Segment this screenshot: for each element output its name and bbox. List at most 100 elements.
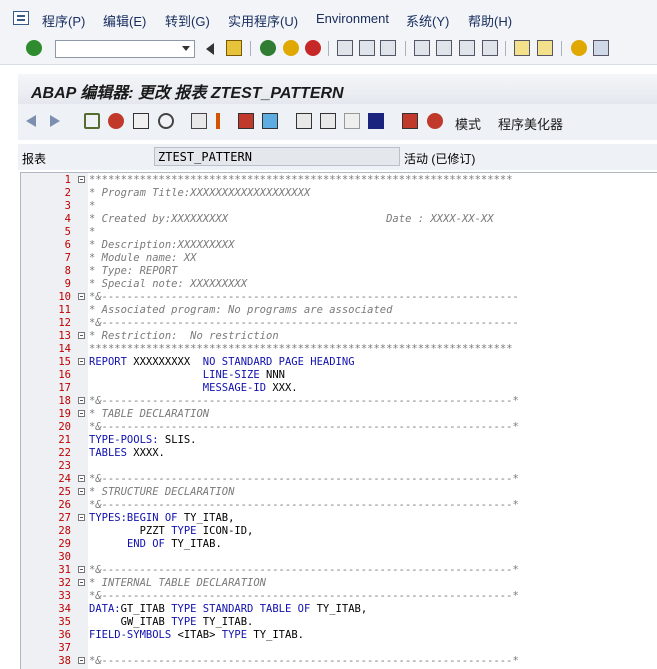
activate-icon[interactable] [108,113,124,129]
first-page-icon[interactable] [414,40,430,56]
fold-toggle-icon[interactable] [78,488,85,495]
info-icon[interactable] [368,113,384,129]
object-list-icon[interactable] [191,113,207,129]
code-line[interactable]: 8 * Type: REPORT [21,265,657,278]
fold-toggle-icon[interactable] [78,332,85,339]
code-line[interactable]: 9 * Special note: XXXXXXXXX [21,278,657,291]
code-line[interactable]: 7 * Module name: XX [21,252,657,265]
find-next-icon[interactable] [380,40,396,56]
menu-system[interactable]: 系统(Y) [406,11,449,30]
code-line[interactable]: 10 *&------------------------------------… [21,291,657,304]
fold-toggle-icon[interactable] [78,176,85,183]
code-line[interactable]: 17 MESSAGE-ID XXX. [21,382,657,395]
exit-icon[interactable] [283,40,299,56]
save-icon[interactable] [226,40,242,56]
shortcut-icon[interactable] [537,40,553,56]
hierarchy-icon[interactable] [296,113,312,129]
fold-toggle-icon[interactable] [78,293,85,300]
fold-toggle-icon[interactable] [78,579,85,586]
code-line[interactable]: 22 TABLES XXXX. [21,447,657,460]
check-icon[interactable] [133,113,149,129]
code-line[interactable]: 20 *&------------------------------------… [21,421,657,434]
code-line[interactable]: 5 * [21,226,657,239]
code-line[interactable]: 15 REPORT XXXXXXXXX NO STANDARD PAGE HEAD… [21,356,657,369]
insert-icon[interactable] [238,113,254,129]
display-change-icon[interactable] [84,113,100,129]
command-field[interactable] [55,40,195,58]
help-icon[interactable] [571,40,587,56]
code-line[interactable]: 6 * Description:XXXXXXXXX [21,239,657,252]
pattern-button[interactable]: 模式 [455,114,481,133]
code-line[interactable]: 23 [21,460,657,473]
code-line[interactable]: 36 FIELD-SYMBOLS <ITAB> TYPE TY_ITAB. [21,629,657,642]
code-line[interactable]: 21 TYPE-POOLS: SLIS. [21,434,657,447]
code-line[interactable]: 12 *&------------------------------------… [21,317,657,330]
code-line[interactable]: 31 *&------------------------------------… [21,564,657,577]
move-icon[interactable] [262,113,278,129]
back-arrow-icon[interactable] [26,115,36,127]
menu-utilities[interactable]: 实用程序(U) [228,11,298,30]
print-icon[interactable] [337,40,353,56]
fold-toggle-icon[interactable] [78,566,85,573]
code-line[interactable]: 1 ***************************************… [21,174,657,187]
last-page-icon[interactable] [482,40,498,56]
code-line[interactable]: 38 *&------------------------------------… [21,655,657,668]
prev-page-icon[interactable] [436,40,452,56]
menu-edit[interactable]: 编辑(E) [103,11,146,30]
code-line[interactable]: 4 * Created by:XXXXXXXXX Date : XXXX-XX-X… [21,213,657,226]
cancel-icon[interactable] [305,40,321,56]
code-line[interactable]: 37 [21,642,657,655]
code-line[interactable]: 27 TYPES:BEGIN OF TY_ITAB, [21,512,657,525]
code-line[interactable]: 30 [21,551,657,564]
fold-toggle-icon[interactable] [78,475,85,482]
code-line[interactable]: 33 *&------------------------------------… [21,590,657,603]
code-comment: * TABLE DECLARATION [89,408,210,420]
menu-icon[interactable] [13,11,29,25]
document-icon[interactable] [344,113,360,129]
code-line[interactable]: 26 *&------------------------------------… [21,499,657,512]
code-line[interactable]: 16 LINE-SIZE NNN [21,369,657,382]
next-page-icon[interactable] [459,40,475,56]
layout-icon[interactable] [593,40,609,56]
chevron-down-icon[interactable] [182,46,190,51]
code-line[interactable]: 25 * STRUCTURE DECLARATION [21,486,657,499]
fold-toggle-icon[interactable] [78,514,85,521]
pattern-icon[interactable] [402,113,418,129]
menu-environment[interactable]: Environment [316,11,389,26]
code-line[interactable]: 2 * Program Title:XXXXXXXXXXXXXXXXXXX [21,187,657,200]
code-line[interactable]: 29 END OF TY_ITAB. [21,538,657,551]
code-line[interactable]: 28 PZZT TYPE ICON-ID, [21,525,657,538]
pretty-printer-icon[interactable] [427,113,443,129]
code-line[interactable]: 24 *&------------------------------------… [21,473,657,486]
code-line[interactable]: 35 GW_ITAB TYPE TY_ITAB. [21,616,657,629]
code-text: TYPE-POOLS: SLIS. [89,434,196,447]
code-text: *&--------------------------------------… [89,317,519,330]
code-line[interactable]: 34 DATA:GT_ITAB TYPE STANDARD TABLE OF TY… [21,603,657,616]
fold-toggle-icon[interactable] [78,657,85,664]
find-icon[interactable] [359,40,375,56]
menu-program[interactable]: 程序(P) [42,11,85,30]
pretty-printer-button[interactable]: 程序美化器 [498,114,563,133]
menu-help[interactable]: 帮助(H) [468,11,512,30]
code-editor[interactable]: 1 ***************************************… [20,172,657,669]
back-green-icon[interactable] [260,40,276,56]
new-session-icon[interactable] [514,40,530,56]
code-line[interactable]: 32 * INTERNAL TABLE DECLARATION [21,577,657,590]
forward-arrow-icon[interactable] [50,115,60,127]
enter-icon[interactable] [26,40,42,56]
fold-toggle-icon[interactable] [78,397,85,404]
fold-toggle-icon[interactable] [78,358,85,365]
menu-goto[interactable]: 转到(G) [165,11,210,30]
line-number: 7 [64,252,71,264]
code-line[interactable]: 19 * TABLE DECLARATION [21,408,657,421]
code-line[interactable]: 3 * [21,200,657,213]
where-used-icon[interactable] [158,113,174,129]
tree-icon[interactable] [320,113,336,129]
code-line[interactable]: 14 **************************************… [21,343,657,356]
fold-toggle-icon[interactable] [78,410,85,417]
code-line[interactable]: 18 *&------------------------------------… [21,395,657,408]
breakpoint-icon[interactable] [216,113,220,129]
back-icon[interactable] [206,43,214,55]
code-line[interactable]: 13 * Restriction: No restriction [21,330,657,343]
code-line[interactable]: 11 * Associated program: No programs are … [21,304,657,317]
